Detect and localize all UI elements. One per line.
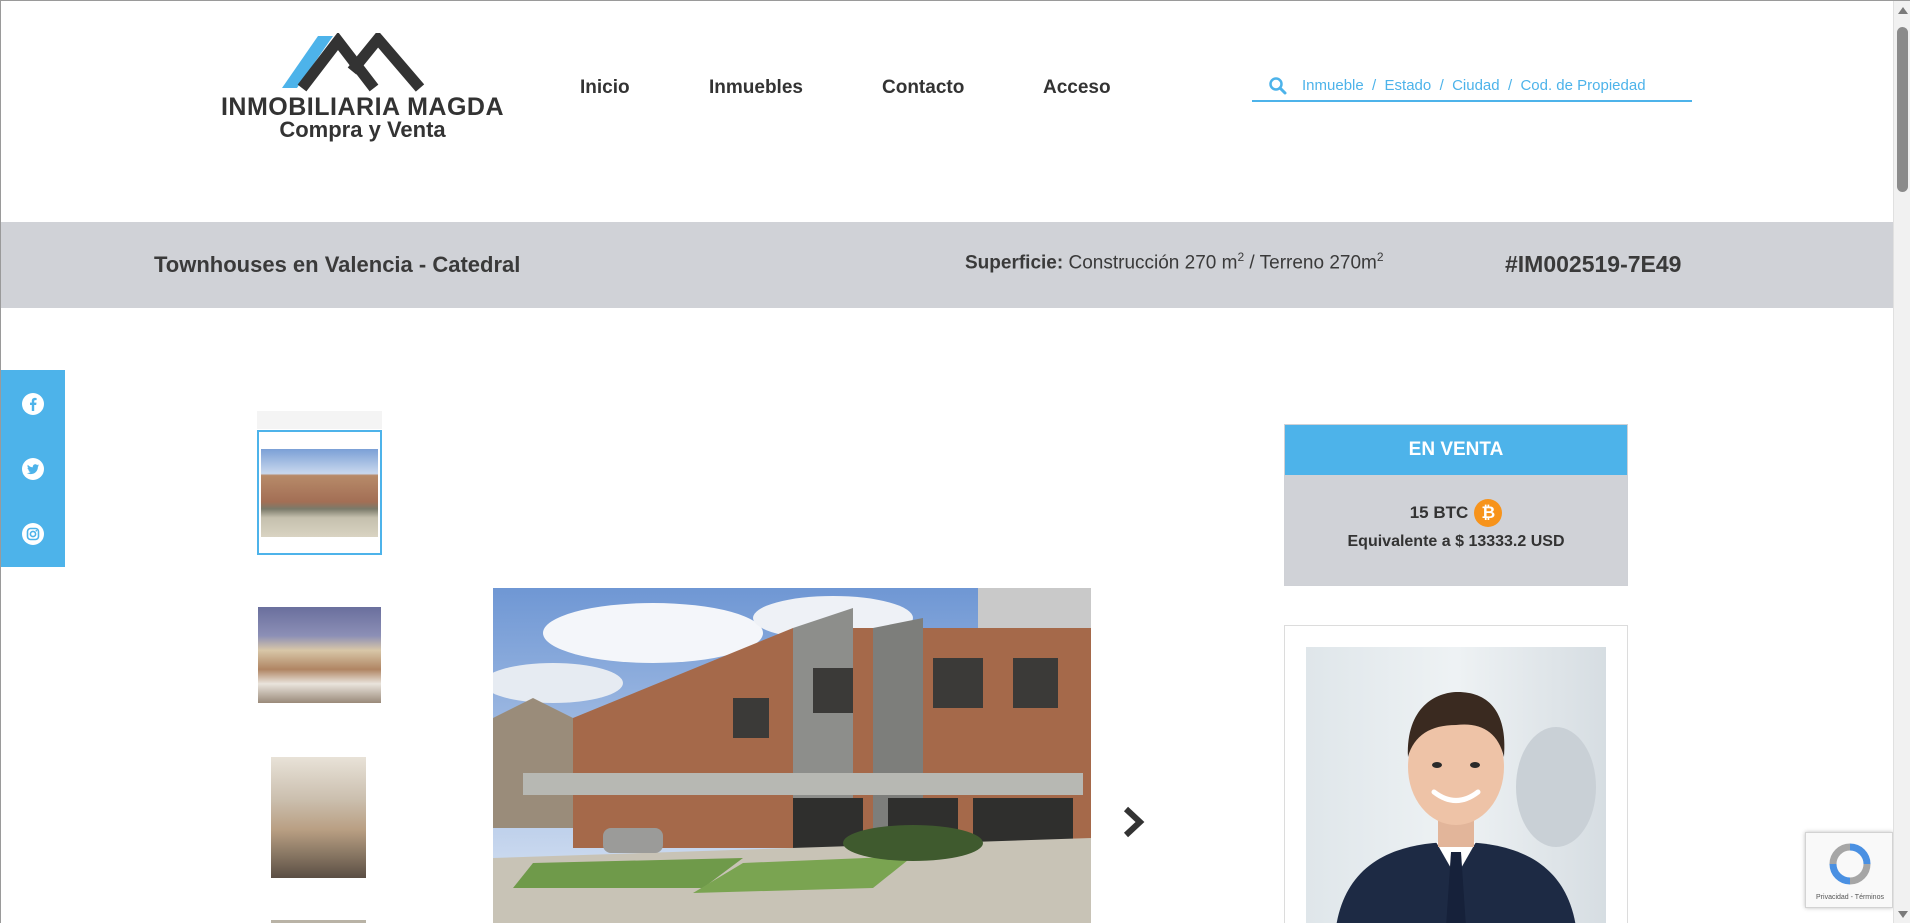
btc-price-value: 15 BTC <box>1409 503 1469 522</box>
recaptcha-icon <box>1829 843 1871 885</box>
nav-inmuebles[interactable]: Inmuebles <box>709 77 803 99</box>
property-header-band: Townhouses en Valencia - Catedral Superf… <box>1 222 1893 308</box>
property-surface: Superficie: Construcción 270 m2 / Terren… <box>965 250 1384 274</box>
page-scrollbar[interactable] <box>1893 1 1910 923</box>
recaptcha-badge[interactable]: Privacidad - Términos <box>1805 832 1893 908</box>
search-icon[interactable] <box>1268 76 1288 96</box>
search-input[interactable] <box>1302 77 1682 94</box>
agent-portrait <box>1336 692 1596 923</box>
property-code: #IM002519-7E49 <box>1505 251 1682 277</box>
search-bar <box>1252 71 1692 102</box>
surface-label: Superficie: <box>965 252 1064 274</box>
thumbnail-1[interactable] <box>257 430 382 555</box>
surface-construction: Construcción 270 m <box>1068 252 1238 274</box>
facebook-icon[interactable] <box>21 392 45 416</box>
scroll-down-icon[interactable] <box>1898 911 1908 918</box>
usd-equivalent: Equivalente a $ 13333.2 USD <box>1347 533 1565 550</box>
recaptcha-terms: Privacidad - Términos <box>1816 894 1884 901</box>
scroll-up-icon[interactable] <box>1898 7 1908 14</box>
superscript: 2 <box>1376 250 1384 264</box>
logo-subtitle: Compra y Venta <box>279 117 446 142</box>
twitter-icon[interactable] <box>21 457 45 481</box>
property-photo <box>493 588 1091 923</box>
thumbnail-image <box>261 449 378 537</box>
agent-card <box>1284 625 1628 923</box>
page: INMOBILIARIA MAGDA Compra y Venta Inicio… <box>0 0 1910 923</box>
site-logo[interactable]: INMOBILIARIA MAGDA Compra y Venta <box>220 33 505 145</box>
thumbnail-image <box>258 607 381 703</box>
instagram-icon[interactable] <box>21 522 45 546</box>
superscript: 2 <box>1237 250 1245 264</box>
thumbnail-image <box>271 757 366 878</box>
social-sidebar <box>1 370 65 567</box>
thumbnail-strip-top <box>257 411 382 429</box>
chevron-right-icon[interactable] <box>1118 804 1148 840</box>
main-property-image[interactable] <box>493 588 1091 923</box>
surface-land: / Terreno 270m <box>1249 252 1377 274</box>
scrollbar-thumb[interactable] <box>1897 27 1908 192</box>
property-title: Townhouses en Valencia - Catedral <box>154 252 521 277</box>
price-box: EN VENTA 15 BTC ₿ Equivalente a $ 13333.… <box>1284 424 1628 586</box>
bitcoin-icon: ₿ <box>1474 499 1503 527</box>
thumbnail-3[interactable] <box>271 757 366 878</box>
agent-photo <box>1306 647 1606 923</box>
nav-contacto[interactable]: Contacto <box>882 77 964 99</box>
btc-price: 15 BTC ₿ <box>1285 499 1627 527</box>
nav-inicio[interactable]: Inicio <box>580 77 630 99</box>
thumbnail-2[interactable] <box>258 607 381 703</box>
nav-acceso[interactable]: Acceso <box>1043 77 1111 99</box>
sale-status-badge: EN VENTA <box>1285 425 1627 475</box>
